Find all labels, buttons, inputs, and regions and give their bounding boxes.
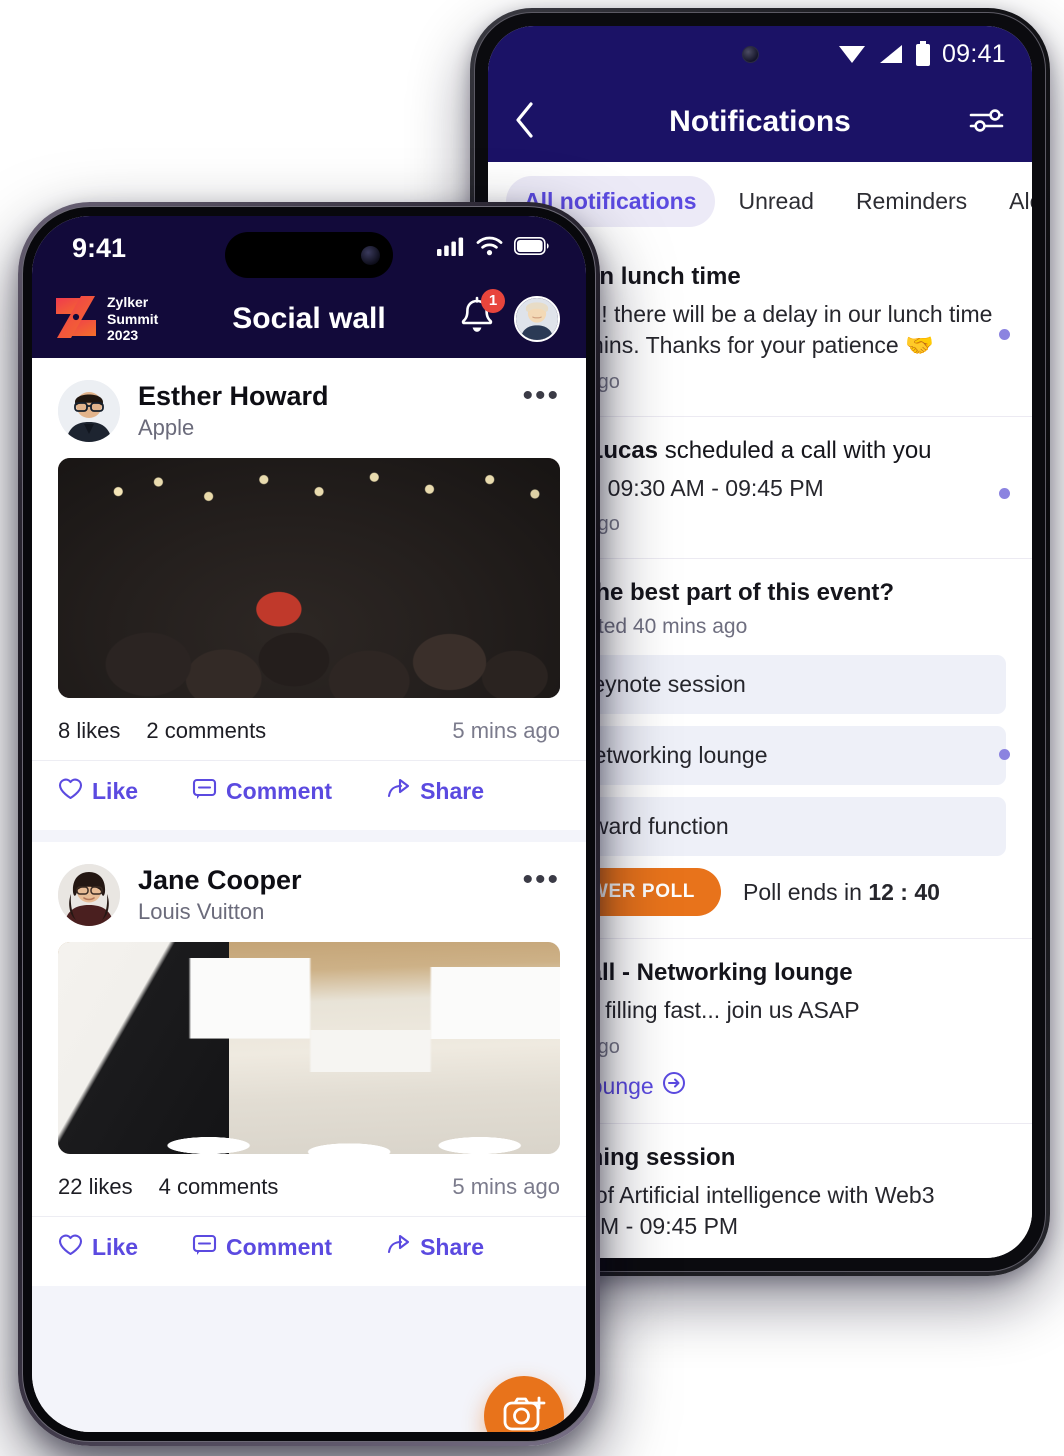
back-chevron-icon[interactable]	[514, 101, 536, 144]
notification-count-badge: 1	[481, 288, 505, 313]
comment-button[interactable]: Comment	[192, 1233, 332, 1262]
post-author-name: Esther Howard	[138, 380, 329, 411]
unread-dot	[999, 487, 1010, 499]
heart-icon	[58, 777, 83, 806]
android-clock: 09:41	[941, 39, 1006, 68]
unread-dot	[999, 329, 1010, 341]
post-actions: Like Comment Share	[32, 760, 586, 826]
like-button[interactable]: Like	[58, 777, 138, 806]
like-label: Like	[92, 778, 139, 804]
ios-status-bar: 9:41	[32, 216, 586, 280]
share-label: Share	[420, 778, 485, 804]
share-icon	[386, 1233, 411, 1262]
battery-icon	[514, 236, 550, 260]
zylker-z-logo-icon	[54, 294, 98, 345]
brand-line-1: Zylker	[107, 294, 149, 311]
notification-title-rest: scheduled a call with you	[658, 436, 932, 464]
outdoor-party-crowd-photo	[58, 458, 560, 698]
conference-hall-photo	[58, 942, 560, 1154]
user-avatar[interactable]	[514, 296, 560, 342]
post-header: Esther Howard Apple •••	[32, 358, 586, 458]
tab-reminders[interactable]: Reminders	[838, 176, 985, 227]
poll-option-label: Keynote session	[577, 671, 746, 698]
heart-icon	[58, 1233, 83, 1262]
wifi-icon	[837, 43, 867, 65]
brand-name: Zylker Summit 2023	[107, 294, 158, 344]
android-status-bar: 09:41	[488, 26, 1032, 82]
front-camera-punch-hole	[742, 46, 759, 63]
notifications-button[interactable]: 1	[458, 288, 505, 343]
post-card: Esther Howard Apple ••• 8 likes 2 commen…	[32, 358, 586, 830]
wifi-icon	[476, 236, 503, 261]
filter-sliders-icon[interactable]	[968, 106, 1006, 139]
comment-icon	[192, 777, 217, 806]
post-author-block: Esther Howard Apple	[138, 381, 329, 442]
android-page-title: Notifications	[669, 105, 851, 138]
brand-lockup: Zylker Summit 2023	[54, 294, 158, 345]
likes-count: 22 likes	[58, 1174, 133, 1199]
comment-icon	[192, 1233, 217, 1262]
share-button[interactable]: Share	[386, 1233, 484, 1262]
social-wall-feed[interactable]: Esther Howard Apple ••• 8 likes 2 commen…	[32, 358, 586, 1432]
post-time: 5 mins ago	[452, 1174, 560, 1199]
ios-header: 9:41 Zylker Summit 2023 Social wall 1	[32, 216, 586, 358]
bell-icon	[458, 296, 496, 342]
post-image[interactable]	[58, 458, 560, 698]
poll-countdown: Poll ends in 12 : 40	[743, 879, 940, 906]
post-author-company: Apple	[138, 415, 195, 441]
poll-ends-label: Poll ends in	[743, 878, 862, 905]
share-label: Share	[420, 1234, 485, 1260]
share-icon	[386, 777, 411, 806]
android-app-bar: Notifications	[488, 82, 1032, 162]
avatar[interactable]	[58, 864, 120, 926]
post-author-block: Jane Cooper Louis Vuitton	[138, 865, 302, 926]
camera-plus-icon	[502, 1394, 546, 1433]
android-header: 09:41 Notifications	[488, 26, 1032, 162]
create-post-fab[interactable]	[484, 1376, 564, 1432]
post-stats: 8 likes 2 comments 5 mins ago	[32, 698, 586, 760]
dynamic-island	[225, 232, 393, 278]
more-horizontal-icon[interactable]: •••	[522, 380, 560, 411]
comments-count: 2 comments	[146, 718, 267, 743]
ios-status-icons	[437, 236, 550, 261]
more-horizontal-icon[interactable]: •••	[522, 864, 560, 895]
share-button[interactable]: Share	[386, 777, 484, 806]
poll-ends-value: 12 : 40	[868, 878, 940, 905]
comment-button[interactable]: Comment	[192, 777, 332, 806]
post-stats: 22 likes 4 comments 5 mins ago	[32, 1154, 586, 1216]
brand-line-2: Summit	[107, 310, 159, 327]
like-button[interactable]: Like	[58, 1233, 138, 1262]
battery-icon	[915, 41, 931, 67]
ios-screen: 9:41 Zylker Summit 2023 Social wall 1 Es…	[32, 216, 586, 1432]
poll-option-label: Networking lounge	[577, 742, 768, 769]
comments-count: 4 comments	[158, 1174, 279, 1199]
tab-alerts[interactable]: Alerts	[991, 176, 1032, 227]
signal-icon	[878, 43, 904, 65]
post-author-company: Louis Vuitton	[138, 899, 265, 925]
like-label: Like	[92, 1234, 139, 1260]
ios-clock: 9:41	[72, 232, 127, 263]
cellular-signal-icon	[437, 236, 465, 261]
post-actions: Like Comment Share	[32, 1216, 586, 1282]
post-card: Jane Cooper Louis Vuitton ••• 22 likes 4…	[32, 842, 586, 1286]
post-header: Jane Cooper Louis Vuitton •••	[32, 842, 586, 942]
unread-dot	[999, 748, 1010, 760]
post-image[interactable]	[58, 942, 560, 1154]
post-time: 5 mins ago	[452, 718, 560, 743]
screenshot-canvas: 09:41 Notifications All notifications Un…	[0, 0, 1064, 1456]
likes-count: 8 likes	[58, 718, 121, 743]
tab-unread[interactable]: Unread	[721, 176, 832, 227]
post-author-name: Jane Cooper	[138, 864, 302, 895]
brand-line-3: 2023	[107, 327, 139, 344]
comment-label: Comment	[226, 1234, 333, 1260]
avatar[interactable]	[58, 380, 120, 442]
ios-phone-social-wall: 9:41 Zylker Summit 2023 Social wall 1 Es…	[18, 202, 600, 1446]
comment-label: Comment	[226, 778, 333, 804]
ios-nav-bar: Zylker Summit 2023 Social wall 1	[32, 280, 586, 358]
arrow-right-circle-icon	[662, 1071, 686, 1101]
nav-actions: 1	[458, 288, 560, 343]
front-camera-icon	[361, 245, 380, 265]
